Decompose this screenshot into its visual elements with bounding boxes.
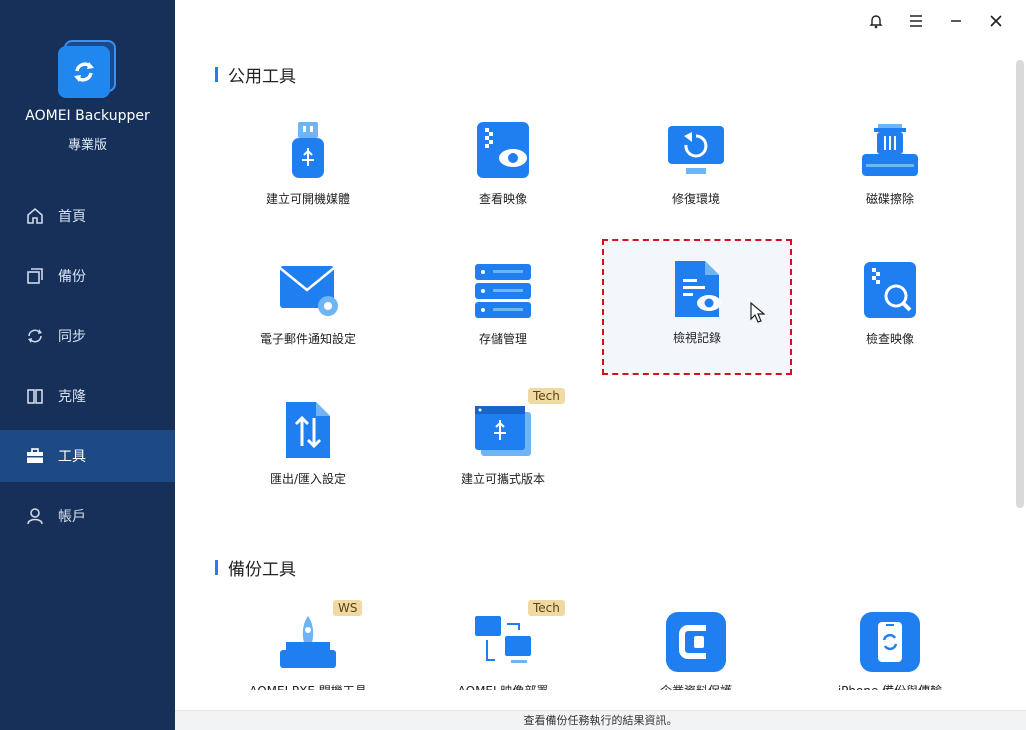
recovery-env-icon bbox=[664, 118, 728, 182]
pxe-icon bbox=[276, 610, 340, 674]
backup-icon bbox=[24, 265, 46, 287]
tool-storage-management[interactable]: 存儲管理 bbox=[408, 242, 598, 378]
tool-label: 建立可開機媒體 bbox=[265, 192, 350, 206]
sidebar: AOMEI Backupper 專業版 首頁 備份 同步 克隆 工具 帳戶 bbox=[0, 0, 175, 730]
tool-image-deploy[interactable]: AOMEI 映像部署 Tech bbox=[408, 594, 598, 690]
mouse-cursor-icon bbox=[750, 302, 766, 323]
toolbox-icon bbox=[24, 445, 46, 467]
tool-label: AOMEI 映像部署 bbox=[458, 682, 549, 690]
check-image-icon bbox=[858, 258, 922, 322]
centralized-icon bbox=[664, 610, 728, 674]
tool-centralized-data-protection[interactable]: 企業資料保護 bbox=[601, 594, 791, 690]
view-logs-icon bbox=[665, 257, 729, 321]
sidebar-item-tools[interactable]: 工具 bbox=[0, 430, 175, 482]
tool-label: 匯出/匯入設定 bbox=[269, 472, 347, 486]
usb-icon bbox=[276, 118, 340, 182]
disk-wipe-icon bbox=[858, 118, 922, 182]
tool-label: 檢視記錄 bbox=[672, 331, 721, 345]
app-edition: 專業版 bbox=[67, 138, 107, 153]
sync-icon bbox=[24, 325, 46, 347]
image-deploy-icon bbox=[471, 610, 535, 674]
sidebar-item-label: 帳戶 bbox=[58, 509, 86, 525]
ws-badge: WS bbox=[333, 600, 363, 616]
tool-label: 企業資料保護 bbox=[660, 682, 732, 690]
tool-label: 修復環境 bbox=[671, 192, 720, 206]
clone-icon bbox=[24, 385, 46, 407]
app-name: AOMEI Backupper bbox=[25, 108, 150, 124]
storage-icon bbox=[471, 258, 535, 322]
tech-badge: Tech bbox=[528, 600, 565, 616]
export-import-icon bbox=[276, 398, 340, 462]
sidebar-item-backup[interactable]: 備份 bbox=[0, 250, 175, 302]
sync-logo-icon bbox=[74, 62, 94, 82]
tool-pxe-boot[interactable]: AOMEI PXE 開機工具 WS bbox=[213, 594, 403, 690]
tool-view-image[interactable]: 查看映像 bbox=[408, 102, 598, 238]
email-settings-icon bbox=[276, 258, 340, 322]
tool-create-bootable-media[interactable]: 建立可開機媒體 bbox=[213, 102, 403, 238]
sidebar-item-label: 備份 bbox=[58, 269, 86, 285]
sidebar-item-home[interactable]: 首頁 bbox=[0, 190, 175, 242]
tool-email-notification-settings[interactable]: 電子郵件通知設定 bbox=[213, 242, 403, 378]
sidebar-item-sync[interactable]: 同步 bbox=[0, 310, 175, 362]
sidebar-item-label: 克隆 bbox=[58, 389, 86, 405]
sidebar-nav: 首頁 備份 同步 克隆 工具 帳戶 bbox=[0, 190, 175, 550]
tool-label: 檢查映像 bbox=[865, 332, 914, 346]
sidebar-item-label: 同步 bbox=[58, 329, 86, 345]
app-logo bbox=[58, 40, 116, 98]
tool-label: AOMEI PXE 開機工具 bbox=[249, 682, 367, 690]
tool-recovery-environment[interactable]: 修復環境 bbox=[601, 102, 791, 238]
tool-label: iPhone 備份與傳輸 bbox=[838, 682, 942, 690]
tech-badge: Tech bbox=[528, 388, 565, 404]
tool-create-portable-version[interactable]: 建立可攜式版本 Tech bbox=[408, 382, 598, 518]
sidebar-item-label: 工具 bbox=[58, 449, 86, 465]
tool-check-image[interactable]: 檢查映像 bbox=[795, 242, 985, 378]
status-bar: 查看備份任務執行的結果資訊。 bbox=[175, 710, 1026, 730]
tool-label: 建立可攜式版本 bbox=[460, 472, 545, 486]
iphone-backup-icon bbox=[858, 610, 922, 674]
sidebar-item-label: 首頁 bbox=[58, 209, 86, 225]
tool-label: 存儲管理 bbox=[478, 332, 527, 346]
tool-label: 磁碟擦除 bbox=[865, 192, 914, 206]
scrollbar[interactable] bbox=[1016, 60, 1024, 508]
main-content: 公用工具 建立可開機媒體 查看映像 修復環境 磁碟擦除 電子郵件通知設定 存儲管… bbox=[175, 0, 1026, 710]
section-title-backup: 備份工具 bbox=[215, 555, 296, 580]
tool-export-import-settings[interactable]: 匯出/匯入設定 bbox=[213, 382, 403, 518]
sidebar-item-clone[interactable]: 克隆 bbox=[0, 370, 175, 422]
portable-icon bbox=[471, 398, 535, 462]
home-icon bbox=[24, 205, 46, 227]
section-title-common: 公用工具 bbox=[215, 62, 296, 87]
tool-disk-wipe[interactable]: 磁碟擦除 bbox=[795, 102, 985, 238]
tool-label: 電子郵件通知設定 bbox=[259, 332, 356, 346]
sidebar-item-account[interactable]: 帳戶 bbox=[0, 490, 175, 542]
tool-label: 查看映像 bbox=[478, 192, 527, 206]
tool-iphone-backup[interactable]: iPhone 備份與傳輸 bbox=[795, 594, 985, 690]
user-icon bbox=[24, 505, 46, 527]
view-image-icon bbox=[471, 118, 535, 182]
